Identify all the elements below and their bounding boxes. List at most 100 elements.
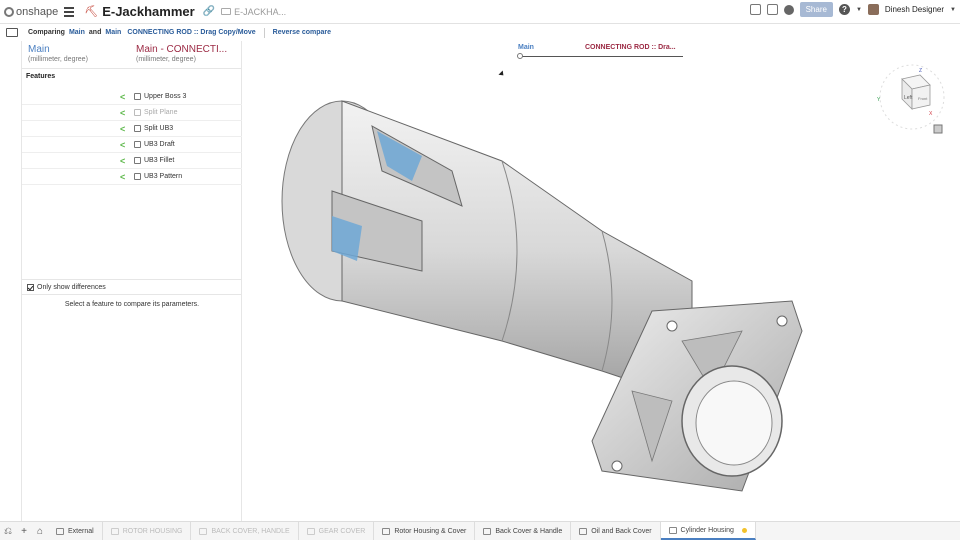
extrude-icon (134, 93, 141, 100)
part-studio-icon (668, 526, 677, 534)
feature-name: UB3 Fillet (144, 157, 175, 164)
part-studio-icon (483, 527, 492, 535)
pattern-icon (134, 173, 141, 180)
unsaved-dot-icon (741, 527, 747, 533)
chevron-down-icon[interactable]: ▼ (950, 7, 956, 13)
top-bar: onshape ⛏ E-Jackhammer 🔗 E-JACKHA... Sha… (0, 0, 960, 24)
tab-gear-cover[interactable]: GEAR COVER (299, 522, 375, 540)
help-icon[interactable]: ? (838, 4, 850, 15)
jackhammer-icon: ⛏ (84, 6, 99, 18)
notes-icon[interactable] (749, 4, 761, 15)
avatar[interactable] (867, 4, 879, 15)
onshape-logo[interactable]: onshape (4, 6, 58, 18)
version-b-name-link[interactable]: CONNECTING ROD :: Drag Copy/Move (127, 29, 255, 36)
share-button[interactable]: Share (799, 2, 833, 17)
link-icon[interactable]: 🔗 (203, 6, 215, 17)
features-heading: Features (26, 73, 56, 80)
comparing-label: Comparing (28, 29, 65, 36)
compare-slider-handle[interactable] (517, 53, 523, 59)
graphics-viewport[interactable]: Main CONNECTING ROD :: Dra... Left Front… (242, 41, 960, 521)
part-studio-icon (382, 527, 391, 535)
copy-left-icon[interactable]: < (120, 156, 128, 166)
app-store-icon[interactable] (766, 4, 778, 15)
only-differences-row[interactable]: Only show differences (22, 279, 242, 295)
compare-legend: Main CONNECTING ROD :: Dra... (517, 44, 683, 59)
view-cube-front-label: Front (918, 96, 928, 101)
versions-icon[interactable]: ⎌ (0, 522, 16, 540)
select-feature-message: Select a feature to compare its paramete… (64, 301, 200, 308)
view-options-icon[interactable] (933, 124, 943, 134)
version-a-link[interactable]: Main (69, 29, 85, 36)
user-name[interactable]: Dinesh Designer (885, 5, 944, 14)
tab-external[interactable]: External (48, 522, 103, 540)
feature-row[interactable]: < Split Plane (22, 105, 242, 121)
home-icon[interactable]: ⌂ (32, 522, 48, 540)
part-studio-icon (110, 527, 119, 535)
feature-name: Split Plane (144, 109, 178, 116)
only-differences-checkbox[interactable] (27, 283, 34, 291)
tab-back-cover-handle[interactable]: BACK COVER, HANDLE (191, 522, 299, 540)
feature-name: Split UB3 (144, 125, 174, 132)
copy-left-icon[interactable]: < (120, 172, 128, 182)
only-differences-label[interactable]: Only show differences (37, 284, 106, 291)
version-b-column: Main - CONNECTI... (millimeter, degree) (136, 44, 236, 63)
feature-name: UB3 Draft (144, 141, 175, 148)
axis-x-label: X (929, 111, 933, 117)
tab-cylinder-housing[interactable]: Cylinder Housing (660, 522, 756, 540)
copy-left-icon[interactable]: < (120, 92, 128, 102)
left-strip (0, 41, 22, 521)
feature-row[interactable]: < Split UB3 (22, 121, 242, 137)
tab-label: Back Cover & Handle (495, 527, 563, 535)
menu-icon[interactable] (64, 6, 75, 17)
tab-label: Cylinder Housing (680, 526, 734, 534)
and-label: and (88, 29, 102, 36)
top-right-actions: Share ? ▼ Dinesh Designer ▼ (749, 2, 956, 17)
flange-bore-inner (695, 380, 773, 466)
reverse-compare-button[interactable]: Reverse compare (273, 29, 331, 36)
axis-z-label: Z (919, 68, 922, 74)
document-title[interactable]: E-Jackhammer (102, 4, 195, 19)
feature-list: < Upper Boss 3 < Split Plane < Split UB3 < UB3 … (22, 89, 242, 185)
cylinder-housing-model[interactable] (272, 71, 812, 501)
legend-version-b: CONNECTING ROD :: Dra... (585, 44, 676, 51)
compare-slider[interactable] (518, 56, 683, 57)
tab-rotor-housing-cover[interactable]: Rotor Housing & Cover (374, 522, 476, 540)
copy-left-icon[interactable]: < (120, 140, 128, 150)
tab-label: GEAR COVER (318, 527, 366, 535)
folder-icon (221, 8, 232, 15)
feature-row[interactable]: < Upper Boss 3 (22, 89, 242, 105)
part-studio-icon (199, 527, 208, 535)
legend-version-a: Main (518, 44, 534, 51)
feature-list-icon[interactable] (6, 28, 18, 37)
add-tab-icon[interactable]: + (16, 522, 32, 540)
bolt-hole-2 (666, 320, 678, 332)
tab-label: BACK COVER, HANDLE (211, 527, 290, 535)
view-cube[interactable]: Left Front Z Y X (872, 57, 952, 137)
tab-rotor-housing[interactable]: ROTOR HOUSING (103, 522, 192, 540)
compare-panel: Main (millimeter, degree) Main - CONNECT… (22, 41, 242, 521)
feature-row[interactable]: < UB3 Draft (22, 137, 242, 153)
compare-panel-header: Main (millimeter, degree) Main - CONNECT… (22, 41, 241, 69)
split-icon (134, 125, 141, 132)
compare-bar: Comparing Main and Main CONNECTING ROD :… (0, 24, 960, 41)
part-studio-icon (579, 527, 588, 535)
feature-row[interactable]: < UB3 Fillet (22, 153, 242, 169)
bolt-hole-3 (611, 460, 623, 472)
part-studio-icon (306, 527, 315, 535)
chevron-down-icon[interactable]: ▼ (856, 7, 862, 13)
globe-icon[interactable] (783, 4, 794, 15)
view-cube-left-label: Left (904, 95, 913, 101)
plane-icon (134, 109, 141, 116)
version-b-branch-link[interactable]: Main (105, 29, 121, 36)
tab-label: Rotor Housing & Cover (394, 527, 467, 535)
bolt-hole-1 (776, 315, 788, 327)
copy-left-icon[interactable]: < (120, 124, 128, 134)
version-a-column: Main (millimeter, degree) (28, 44, 128, 63)
breadcrumb[interactable]: E-JACKHA... (221, 7, 286, 17)
tab-list: External ROTOR HOUSING BACK COVER, HANDLE G… (48, 522, 756, 540)
tab-oil-and-back-cover[interactable]: Oil and Back Cover (571, 522, 661, 540)
copy-left-icon[interactable]: < (120, 108, 128, 118)
feature-name: Upper Boss 3 (144, 93, 187, 100)
tab-back-cover-handle[interactable]: Back Cover & Handle (475, 522, 572, 540)
feature-row[interactable]: < UB3 Pattern (22, 169, 242, 185)
